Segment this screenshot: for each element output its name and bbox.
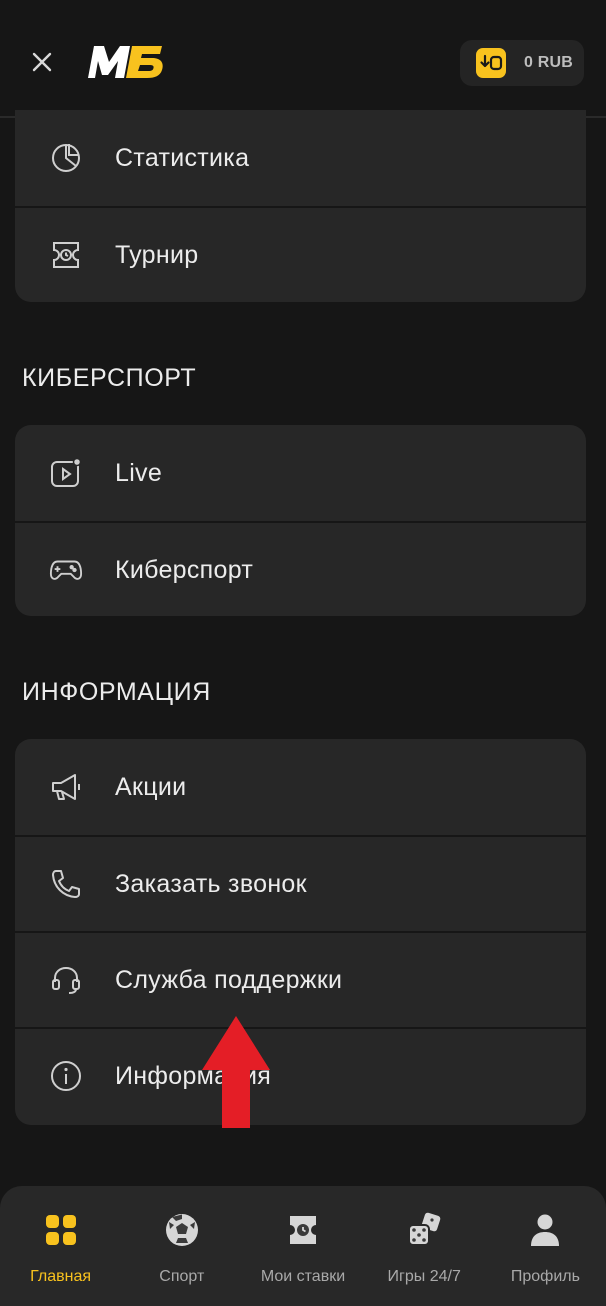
phone-icon xyxy=(49,867,83,901)
menu-item-label: Служба поддержки xyxy=(115,965,343,994)
bet-ticket-icon xyxy=(283,1210,323,1250)
bottom-navigation: Главная Спорт Мои ставки Игры 24/7 Профи… xyxy=(0,1186,606,1306)
pie-chart-icon xyxy=(49,141,83,175)
home-grid-icon xyxy=(41,1210,81,1250)
close-icon xyxy=(32,52,52,72)
nav-my-bets[interactable]: Мои ставки xyxy=(242,1186,363,1306)
menu-item-label: Турнир xyxy=(115,240,199,269)
menu-item-tournament[interactable]: Турнир xyxy=(15,206,586,302)
dice-icon xyxy=(404,1210,444,1250)
info-icon xyxy=(49,1059,83,1093)
close-button[interactable] xyxy=(26,46,58,78)
balance-amount: 0 RUB xyxy=(524,54,574,71)
menu-card-esports: Live Киберспорт xyxy=(15,425,586,616)
wallet-icon xyxy=(476,48,506,78)
nav-profile[interactable]: Профиль xyxy=(485,1186,606,1306)
menu-item-label: Статистика xyxy=(115,143,250,172)
gamepad-icon xyxy=(49,553,83,587)
menu-item-esports[interactable]: Киберспорт xyxy=(15,521,586,616)
menu-item-request-call[interactable]: Заказать звонок xyxy=(15,835,586,931)
annotation-arrow xyxy=(202,1016,270,1128)
tournament-ticket-icon xyxy=(49,238,83,272)
nav-label: Мои ставки xyxy=(260,1268,346,1285)
menu-item-statistics[interactable]: Статистика xyxy=(15,110,586,206)
section-title-esports: КИБЕРСПОРТ xyxy=(22,364,197,392)
nav-label: Профиль xyxy=(510,1268,580,1285)
headset-icon xyxy=(49,963,83,997)
menu-item-label: Live xyxy=(115,458,163,487)
live-video-icon xyxy=(49,456,83,490)
header: 0 RUB xyxy=(0,0,606,118)
side-menu-page: 0 RUB Статистика Турнир КИБЕРСПОРТ Live … xyxy=(0,0,606,1306)
nav-home[interactable]: Главная xyxy=(0,1186,121,1306)
menu-item-promotions[interactable]: Акции xyxy=(15,739,586,835)
balance-button[interactable]: 0 RUB xyxy=(460,40,584,86)
user-icon xyxy=(525,1210,565,1250)
menu-item-live[interactable]: Live xyxy=(15,425,586,521)
megaphone-icon xyxy=(49,770,83,804)
menu-item-information[interactable]: Информация xyxy=(15,1027,586,1123)
section-title-info: ИНФОРМАЦИЯ xyxy=(22,678,211,706)
nav-label: Спорт xyxy=(159,1268,205,1285)
nav-games[interactable]: Игры 24/7 xyxy=(364,1186,485,1306)
nav-label: Главная xyxy=(30,1268,92,1285)
menu-item-label: Заказать звонок xyxy=(115,869,307,898)
menu-item-label: Акции xyxy=(115,772,187,801)
menu-card-sport-extras: Статистика Турнир xyxy=(15,110,586,302)
logo xyxy=(88,46,163,78)
menu-item-support[interactable]: Служба поддержки xyxy=(15,931,586,1027)
nav-sport[interactable]: Спорт xyxy=(121,1186,242,1306)
menu-item-label: Киберспорт xyxy=(115,555,254,584)
nav-label: Игры 24/7 xyxy=(387,1268,461,1285)
menu-card-info: Акции Заказать звонок Служба поддержки И… xyxy=(15,739,586,1125)
soccer-ball-icon xyxy=(162,1210,202,1250)
